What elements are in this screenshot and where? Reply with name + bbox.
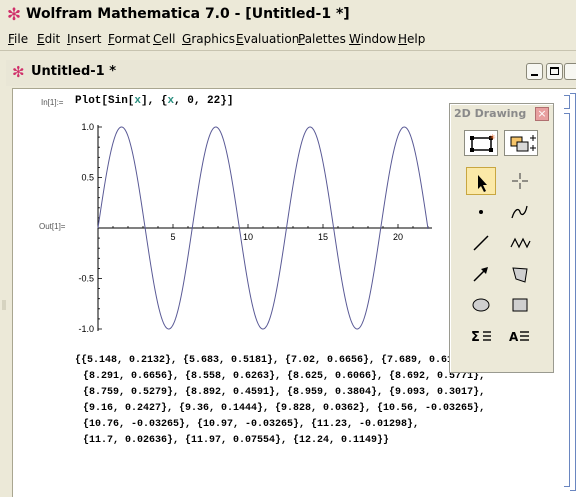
- output-line-5: {10.76, -0.03265}, {10.97, -0.03265}, {1…: [83, 419, 420, 430]
- minimize-icon: [531, 74, 538, 76]
- notebook-title: Untitled-1 *: [31, 64, 117, 79]
- x-tick-label: 10: [243, 232, 253, 242]
- close-button[interactable]: [564, 63, 576, 80]
- arrow-line-icon: [473, 267, 488, 282]
- minimize-button[interactable]: [526, 63, 543, 80]
- point-tool[interactable]: [466, 198, 496, 226]
- output-line-4: {9.16, 0.2427}, {9.36, 0.1444}, {9.828, …: [83, 403, 486, 414]
- input-label: In[1]:=: [41, 98, 64, 107]
- y-tick-label: -1.0: [78, 324, 94, 334]
- text-tool[interactable]: A: [505, 322, 535, 350]
- line-icon: [473, 235, 489, 251]
- menu-palettes[interactable]: Palettes: [298, 32, 346, 46]
- output-line-1: {{5.148, 0.2132}, {5.683, 0.5181}, {7.02…: [75, 355, 478, 366]
- group-cell-bracket[interactable]: [570, 93, 576, 491]
- polyline-icon: [510, 237, 531, 249]
- arrow-tool[interactable]: [466, 260, 496, 288]
- menu-insert[interactable]: Insert: [67, 32, 101, 46]
- input-text-1: Plot[Sin[: [75, 95, 135, 107]
- drawing-palette: 2D Drawing × ✳ Σ A: [449, 103, 554, 373]
- input-text-3: , 0, 22}]: [174, 95, 234, 107]
- maximize-icon: [550, 67, 559, 75]
- input-text-2: ], {: [141, 95, 168, 107]
- polyline-tool[interactable]: [505, 229, 535, 257]
- palette-title: 2D Drawing: [454, 107, 527, 120]
- y-tick-label: 0.5: [81, 173, 94, 183]
- point-coordinates-tool[interactable]: [505, 167, 535, 195]
- output-line-6: {11.7, 0.02636}, {11.97, 0.07554}, {12.2…: [83, 435, 390, 446]
- app-titlebar: ✻ Wolfram Mathematica 7.0 - [Untitled-1 …: [0, 0, 576, 30]
- y-tick-label: -0.5: [78, 274, 94, 284]
- output-line-2: {8.291, 0.6656}, {8.558, 0.6263}, {8.625…: [83, 371, 486, 382]
- app-title: Wolfram Mathematica 7.0 - [Untitled-1 *]: [26, 6, 350, 22]
- output-line-3: {8.759, 0.5279}, {8.892, 0.4591}, {8.959…: [83, 387, 486, 398]
- palette-close-button[interactable]: ×: [535, 107, 549, 121]
- menu-edit[interactable]: Edit: [37, 32, 60, 46]
- math-text-tool[interactable]: Σ: [466, 322, 496, 350]
- maximize-button[interactable]: [546, 63, 563, 80]
- polygon-tool[interactable]: [505, 260, 535, 288]
- sigma-text-icon: Σ: [471, 330, 491, 345]
- svg-text:A: A: [509, 330, 519, 344]
- x-tick-label: 20: [393, 232, 403, 242]
- menu-evaluation[interactable]: Evaluation: [236, 32, 299, 46]
- menu-graphics[interactable]: Graphics: [182, 32, 235, 46]
- line-tool[interactable]: [466, 229, 496, 257]
- output-data[interactable]: {{5.148, 0.2132}, {5.683, 0.5181}, {7.02…: [75, 353, 485, 449]
- notebook-icon: ✻: [12, 63, 25, 81]
- svg-text:Σ: Σ: [471, 330, 480, 345]
- polygon-icon: [512, 267, 528, 283]
- arrow-pointer-icon: [478, 175, 487, 192]
- sine-plot: 5 10 15 20 1.0 0.5 -0.5 -1.0: [78, 122, 432, 334]
- text-icon: A: [509, 330, 529, 344]
- freehand-tool[interactable]: [505, 198, 535, 226]
- menu-cell[interactable]: Cell: [153, 32, 175, 46]
- graphics-inspector-icon: [510, 135, 536, 152]
- y-tick-label: 1.0: [81, 122, 94, 132]
- rectangle-icon: [512, 298, 528, 312]
- x-tick-label: 15: [318, 232, 328, 242]
- window-resize-handle[interactable]: [2, 300, 6, 310]
- notebook-titlebar: ✻ Untitled-1 *: [6, 60, 576, 86]
- canvas-tool-button[interactable]: ✳: [464, 130, 498, 156]
- menu-format[interactable]: Format: [108, 32, 150, 46]
- select-tool[interactable]: [466, 167, 496, 195]
- ellipse-icon: [472, 298, 490, 312]
- x-tick-label: 5: [170, 232, 175, 242]
- mathematica-logo-icon: ✻: [6, 5, 22, 25]
- crosshair-icon: [512, 173, 528, 189]
- freehand-curve-icon: [511, 205, 528, 219]
- rectangle-tool[interactable]: [505, 291, 535, 319]
- menu-file[interactable]: File: [8, 32, 28, 46]
- menu-help[interactable]: Help: [398, 32, 425, 46]
- output-label: Out[1]=: [39, 222, 66, 231]
- svg-text:✳: ✳: [489, 133, 496, 142]
- canvas-frame-icon: ✳: [470, 133, 496, 152]
- point-icon: [479, 210, 483, 214]
- menu-bar: File Edit Insert Format Cell Graphics Ev…: [0, 30, 576, 51]
- input-expression[interactable]: Plot[Sin[x], {x, 0, 22}]: [75, 95, 233, 107]
- disk-tool[interactable]: [466, 291, 496, 319]
- graphics-inspector-button[interactable]: [504, 130, 538, 156]
- menu-window[interactable]: Window: [349, 32, 396, 46]
